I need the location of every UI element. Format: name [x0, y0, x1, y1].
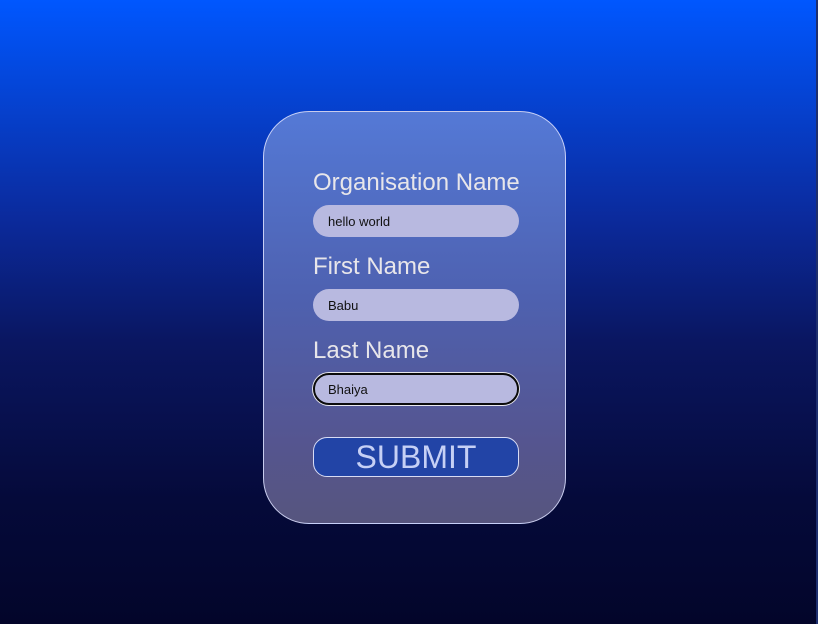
last-name-input[interactable]: [313, 373, 519, 405]
last-name-label: Last Name: [313, 337, 430, 364]
organisation-name-label: Organisation Name: [313, 169, 520, 196]
submit-button[interactable]: SUBMIT: [313, 437, 519, 477]
organisation-name-input[interactable]: [313, 205, 519, 237]
registration-form-card: Organisation Name First Name Last Name S…: [263, 111, 566, 524]
first-name-label: First Name: [313, 253, 431, 280]
first-name-input[interactable]: [313, 289, 519, 321]
